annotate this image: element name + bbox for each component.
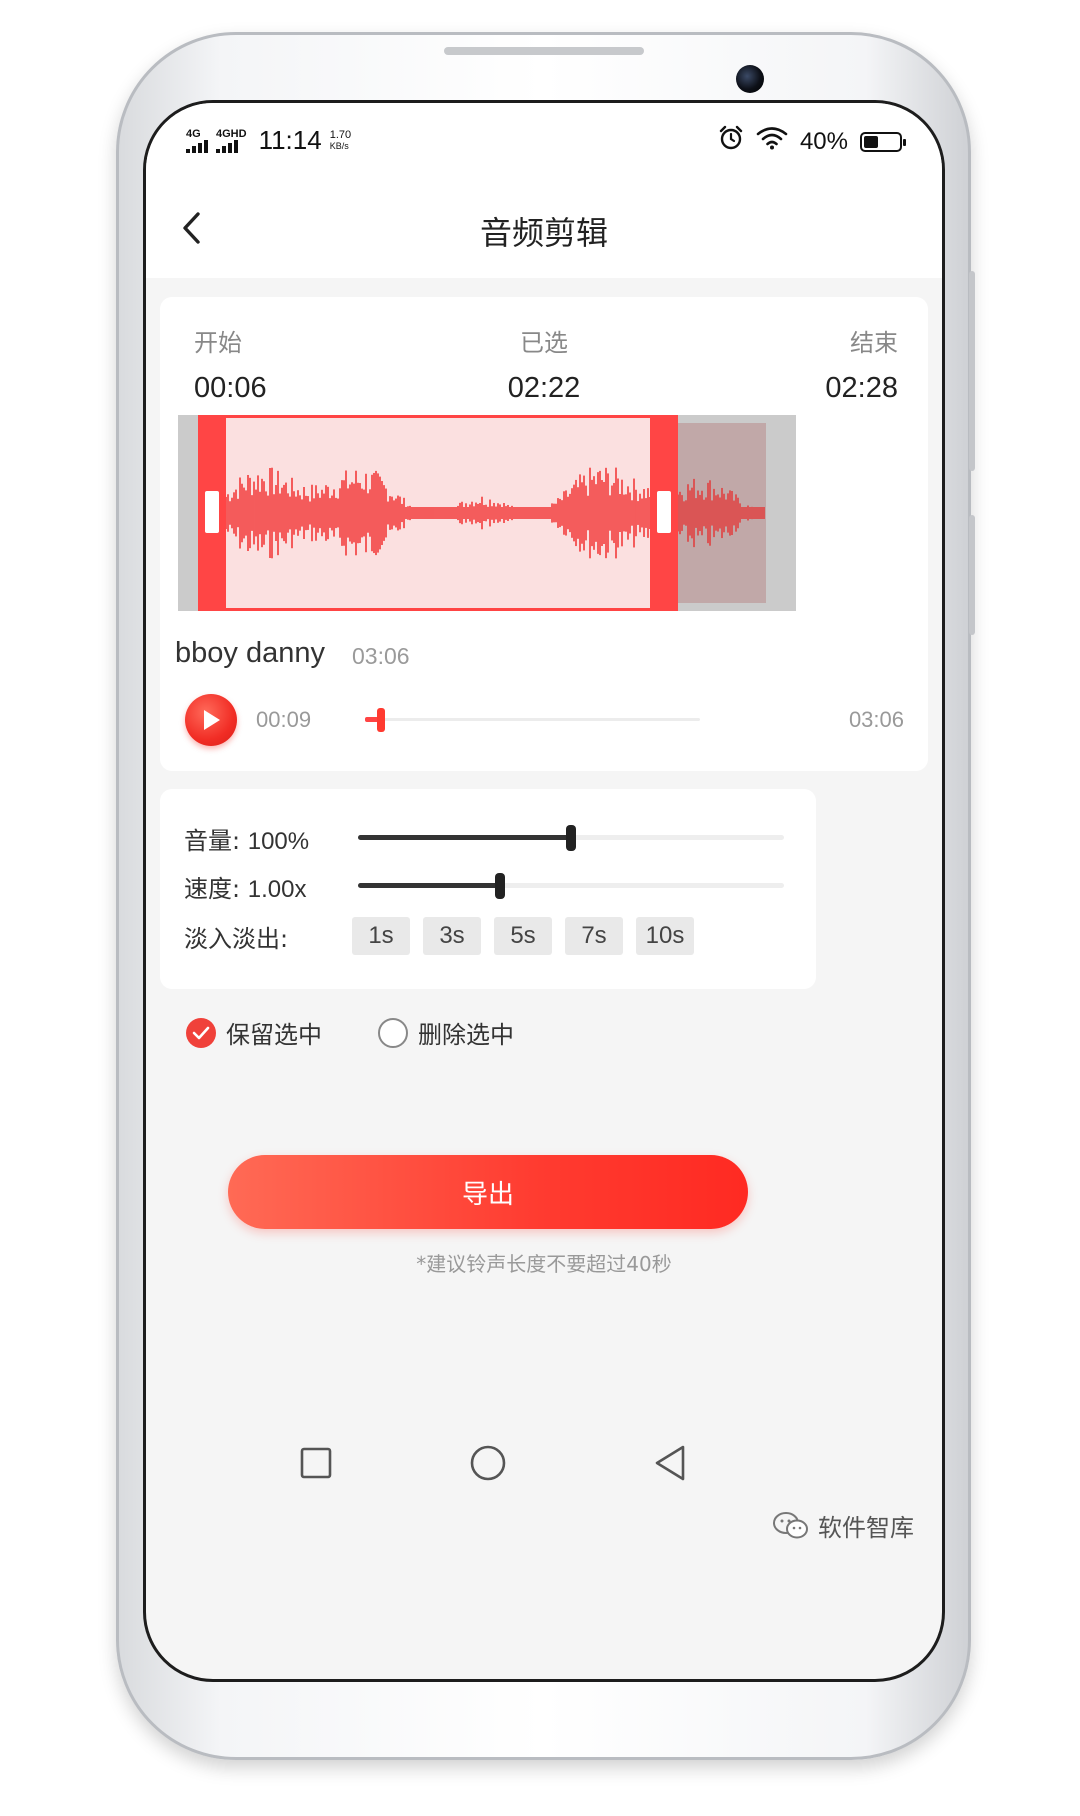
fade-label: 淡入淡出: <box>184 925 289 953</box>
keep-selection-option[interactable]: 保留选中 <box>186 1015 322 1050</box>
power-side-button <box>969 515 975 635</box>
signal-indicator-2: 4GHD <box>216 127 247 153</box>
status-bar: 4G 4GHD 11:14 1.70 KB/s 40% <box>146 103 942 178</box>
handle-grip <box>657 491 671 533</box>
handle-grip <box>205 491 219 533</box>
watermark-text: 软件智库 <box>818 1514 914 1542</box>
circle-icon <box>470 1445 506 1481</box>
radio-checked-icon <box>186 1017 216 1048</box>
settings-card: 音量: 100% 速度: 1.00x 淡入淡出: 1s 3s 5s 7s 10s <box>160 789 816 989</box>
clock-time: 11:14 <box>258 125 322 155</box>
network-type: 4G <box>186 127 201 140</box>
fade-option-button[interactable]: 3s <box>423 917 481 955</box>
waveform-editor[interactable] <box>178 415 796 611</box>
volume-slider-fill <box>358 835 571 840</box>
volume-side-button <box>969 271 975 471</box>
nav-home-button[interactable] <box>458 1433 518 1493</box>
network-speed-unit: KB/s <box>329 140 349 151</box>
battery-icon <box>860 131 906 152</box>
playback-progress-knob[interactable] <box>377 708 385 732</box>
volume-slider[interactable] <box>358 825 784 851</box>
export-hint: *建议铃声长度不要超过40秒 <box>416 1252 672 1276</box>
current-time: 00:09 <box>256 707 312 732</box>
volume-value: 100% <box>247 828 310 855</box>
triangle-left-icon <box>655 1445 685 1481</box>
square-icon <box>300 1447 332 1479</box>
phone-speaker <box>444 47 644 55</box>
nav-recent-button[interactable] <box>286 1433 346 1493</box>
waveform-graphic <box>225 467 765 559</box>
front-camera <box>736 65 764 93</box>
speed-slider-knob[interactable] <box>495 873 505 899</box>
watermark: 软件智库 <box>772 1508 914 1543</box>
fade-option-button[interactable]: 5s <box>494 917 552 955</box>
volume-row: 音量: 100% <box>184 821 309 856</box>
delete-selection-option[interactable]: 删除选中 <box>378 1015 514 1050</box>
track-name: bboy danny <box>175 637 325 669</box>
play-icon <box>204 710 220 730</box>
trim-start-handle[interactable] <box>198 415 226 611</box>
system-nav-bar <box>146 1433 942 1503</box>
play-button[interactable] <box>185 694 237 746</box>
speed-label: 速度: <box>184 875 241 903</box>
phone-frame: 4G 4GHD 11:14 1.70 KB/s 40% 音频剪辑 开始 00:0… <box>116 32 975 1760</box>
clip-end: 结束 02:28 <box>825 323 898 405</box>
title-bar: 音频剪辑 <box>146 178 942 278</box>
keep-selection-label: 保留选中 <box>226 1021 322 1049</box>
clip-card: 开始 00:06 已选 02:22 结束 02:28 bboy danny 03… <box>160 297 928 771</box>
speed-row: 速度: 1.00x <box>184 869 306 904</box>
wechat-icon <box>773 1511 808 1538</box>
signal-bars-icon <box>216 139 238 153</box>
clip-end-value: 02:28 <box>825 372 898 404</box>
playback-progress-track[interactable] <box>365 708 700 732</box>
fade-option-button[interactable]: 10s <box>636 917 694 955</box>
fade-option-button[interactable]: 1s <box>352 917 410 955</box>
alarm-icon <box>718 125 744 158</box>
volume-slider-knob[interactable] <box>566 825 576 851</box>
trim-end-handle[interactable] <box>650 415 678 611</box>
clip-selected-value: 02:22 <box>507 372 581 404</box>
network-speed: 1.70 KB/s <box>329 128 352 152</box>
clip-selected-label: 已选 <box>520 329 568 357</box>
radio-unchecked-icon <box>378 1017 408 1048</box>
network-speed-value: 1.70 <box>329 128 352 141</box>
page-title: 音频剪辑 <box>479 214 608 252</box>
delete-selection-label: 删除选中 <box>418 1021 514 1049</box>
wifi-icon <box>756 126 788 157</box>
battery-percentage: 40% <box>799 127 848 155</box>
fade-option-button[interactable]: 7s <box>565 917 623 955</box>
clip-end-label: 结束 <box>850 329 898 357</box>
screen: 4G 4GHD 11:14 1.70 KB/s 40% 音频剪辑 开始 00:0… <box>143 100 945 1682</box>
network-type: 4GHD <box>216 127 247 140</box>
total-time: 03:06 <box>848 707 904 732</box>
signal-bars-icon <box>186 139 208 153</box>
export-button[interactable]: 导出 <box>228 1155 748 1229</box>
nav-back-button[interactable] <box>640 1433 700 1493</box>
speed-slider-fill <box>358 883 500 888</box>
track-duration: 03:06 <box>352 643 410 669</box>
speed-value: 1.00x <box>247 876 307 903</box>
signal-indicator-1: 4G <box>186 127 208 153</box>
clip-selected: 已选 02:22 <box>160 323 928 405</box>
speed-slider[interactable] <box>358 873 784 899</box>
volume-label: 音量: <box>184 827 241 855</box>
